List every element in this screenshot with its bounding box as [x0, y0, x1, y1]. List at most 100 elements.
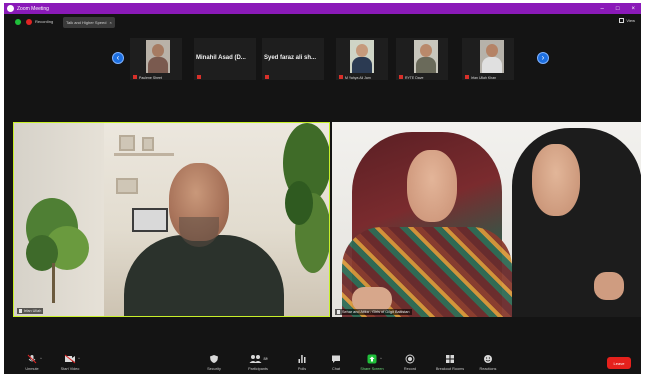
share-screen-label: Share Screen — [360, 367, 384, 371]
breakout-rooms-label: Breakout Rooms — [435, 367, 465, 371]
shield-icon — [209, 354, 219, 364]
reactions-label: Reactions — [479, 367, 497, 371]
speaker-body — [124, 235, 284, 316]
participant-name: RYTE Dave — [405, 76, 424, 80]
record-icon — [405, 354, 415, 364]
participants-icon: 88 — [249, 354, 267, 364]
start-video-label: Start Video — [60, 367, 80, 371]
muted-mic-icon — [399, 75, 403, 79]
participant-thumbnail[interactable]: Paulene Sheet — [130, 38, 182, 80]
chevron-up-icon[interactable]: ^ — [78, 356, 80, 361]
participant-body — [148, 57, 168, 73]
participant-name: Syed faraz ali sh... — [264, 55, 317, 61]
muted-mic-icon — [197, 75, 201, 79]
polls-label: Polls — [297, 367, 307, 371]
participant-photo — [414, 40, 438, 73]
participant-name: Sehar and Atika - Girls of Gilgit Baltis… — [342, 310, 410, 314]
participant-face — [407, 150, 457, 222]
plant-left — [26, 198, 89, 303]
leave-label: Leave — [613, 360, 625, 366]
participant-name: Irfan Ullah — [24, 309, 42, 313]
security-label: Security — [207, 367, 221, 371]
participant-photo — [480, 40, 504, 73]
reactions-icon — [483, 354, 493, 364]
title-bar: Zoom Meeting – □ × — [4, 3, 641, 14]
video-tile[interactable]: Sehar and Atika - Girls of Gilgit Baltis… — [332, 122, 641, 317]
chevron-up-icon[interactable]: ^ — [266, 356, 268, 361]
meeting-topic[interactable]: Talk and Higher Speed × — [63, 17, 115, 28]
participant-thumbnail[interactable]: Minahil Asad (D... — [194, 38, 256, 80]
close-button[interactable]: × — [631, 6, 635, 12]
wall-picture — [142, 137, 154, 151]
window-title: Zoom Meeting — [17, 5, 49, 12]
record-button[interactable]: Record — [388, 352, 432, 371]
polls-icon — [297, 354, 307, 364]
recording-icon[interactable] — [26, 19, 32, 25]
participant-name: Paulene Sheet — [139, 76, 162, 80]
muted-mic-icon — [133, 75, 137, 79]
meeting-info-bar: Recording Talk and Higher Speed × View — [4, 15, 641, 30]
view-button[interactable]: View — [619, 18, 635, 23]
record-label: Record — [403, 367, 417, 371]
participant-head — [420, 44, 432, 57]
view-label: View — [626, 18, 635, 23]
maximize-button[interactable]: □ — [616, 6, 620, 12]
participant-head — [152, 44, 164, 57]
video-tile-active-speaker[interactable]: Irfan Ullah — [13, 122, 330, 317]
unmute-label: Unmute — [25, 367, 39, 371]
close-icon[interactable]: × — [109, 20, 111, 25]
participant-name: M Yahya Ali Jam — [345, 76, 371, 80]
window-controls: – □ × — [601, 3, 635, 14]
muted-mic-icon — [465, 75, 469, 79]
chat-icon — [331, 354, 341, 364]
chevron-left-icon: ‹ — [116, 53, 120, 62]
participant-name: Minahil Asad (D... — [196, 55, 246, 61]
microphone-icon — [19, 309, 22, 313]
share-screen-icon — [367, 354, 377, 364]
start-video-button[interactable]: Start Video ^ — [48, 352, 92, 371]
recording-label: Recording — [35, 19, 54, 24]
leave-meeting-button[interactable]: Leave — [607, 357, 631, 369]
wall-picture — [119, 135, 135, 151]
computer-monitor — [132, 208, 168, 232]
chevron-up-icon[interactable]: ^ — [380, 356, 382, 361]
participant-head — [486, 44, 498, 57]
muted-mic-icon — [339, 75, 343, 79]
chevron-right-icon: › — [541, 53, 545, 62]
video-off-icon — [64, 354, 76, 364]
next-page-button[interactable]: › — [537, 52, 549, 64]
participant-photo — [146, 40, 170, 73]
chat-label: Chat — [331, 367, 341, 371]
wall-picture — [116, 178, 138, 194]
participant-thumbnail[interactable]: M Yahya Ali Jam — [336, 38, 388, 80]
security-button[interactable]: Security — [192, 352, 236, 371]
participant-thumbnail[interactable]: Syed faraz ali sh... — [262, 38, 324, 80]
participant-hand — [594, 272, 624, 300]
grid-icon — [619, 18, 625, 23]
shelf — [114, 153, 174, 156]
participant-head — [356, 44, 368, 57]
meeting-info-icon[interactable] — [15, 19, 21, 25]
microphone-muted-icon — [27, 354, 37, 364]
participant-thumbnail[interactable]: RYTE Dave — [396, 38, 448, 80]
participant-face — [532, 144, 580, 216]
participant-thumbnail[interactable]: Irfan Ullah Khan — [462, 38, 514, 80]
breakout-rooms-icon — [445, 354, 455, 364]
chevron-up-icon[interactable]: ^ — [40, 356, 42, 361]
muted-mic-icon — [265, 75, 269, 79]
reactions-button[interactable]: Reactions — [466, 352, 510, 371]
zoom-window: Zoom Meeting – □ × Recording Talk and Hi… — [4, 3, 641, 374]
meeting-topic-label: Talk and Higher Speed — [66, 20, 107, 25]
video-name-tag: Sehar and Atika - Girls of Gilgit Baltis… — [335, 309, 412, 315]
participant-name: Irfan Ullah Khan — [471, 76, 497, 80]
participants-button[interactable]: 88 Participants ^ — [236, 352, 280, 371]
participant-body — [482, 57, 502, 73]
participants-label: Participants — [248, 367, 268, 371]
zoom-logo-icon — [7, 5, 14, 12]
participant-photo — [350, 40, 374, 73]
previous-page-button[interactable]: ‹ — [112, 52, 124, 64]
video-name-tag: Irfan Ullah — [17, 308, 44, 314]
minimize-button[interactable]: – — [601, 6, 604, 12]
meeting-toolbar: Unmute ^ Start Video ^ Security 88 Parti… — [4, 352, 641, 374]
microphone-icon — [337, 310, 340, 314]
